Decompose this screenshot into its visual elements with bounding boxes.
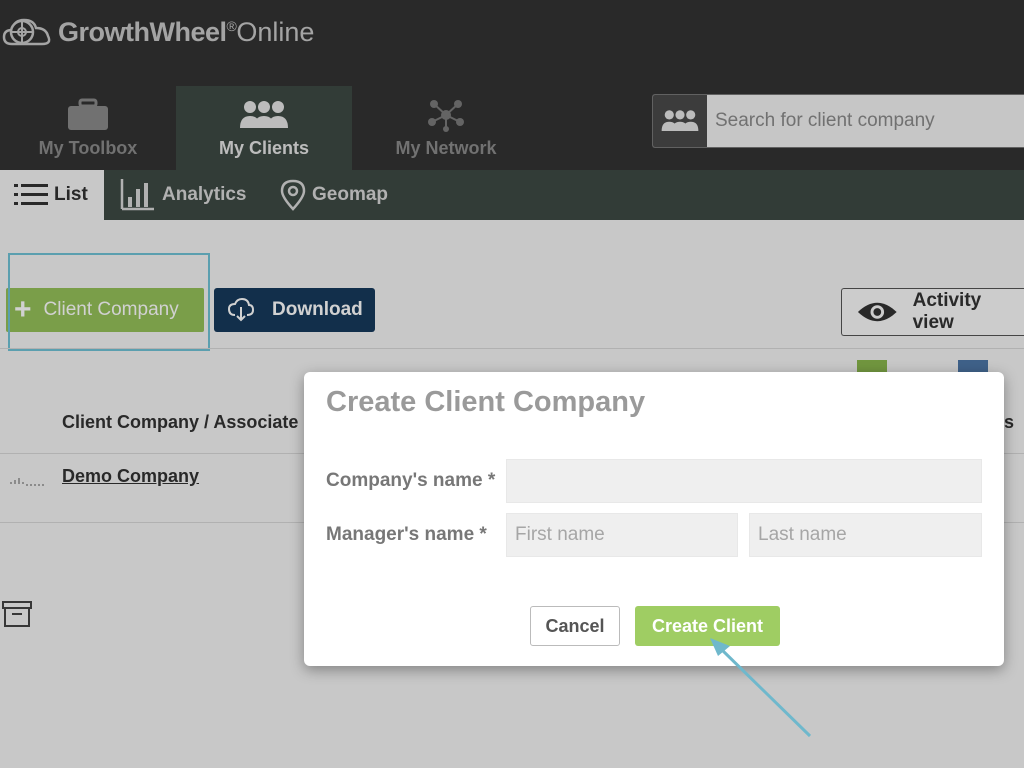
create-client-button[interactable]: Create Client (635, 606, 780, 646)
cancel-button[interactable]: Cancel (530, 606, 620, 646)
manager-name-label: Manager's name * (326, 524, 487, 545)
last-name-input[interactable] (749, 513, 982, 557)
company-name-label: Company's name * (326, 470, 496, 491)
company-name-input[interactable] (506, 459, 982, 503)
dialog-title: Create Client Company (326, 386, 646, 418)
first-name-input[interactable] (506, 513, 738, 557)
create-client-company-dialog: Create Client Company Company's name * M… (304, 372, 1004, 666)
